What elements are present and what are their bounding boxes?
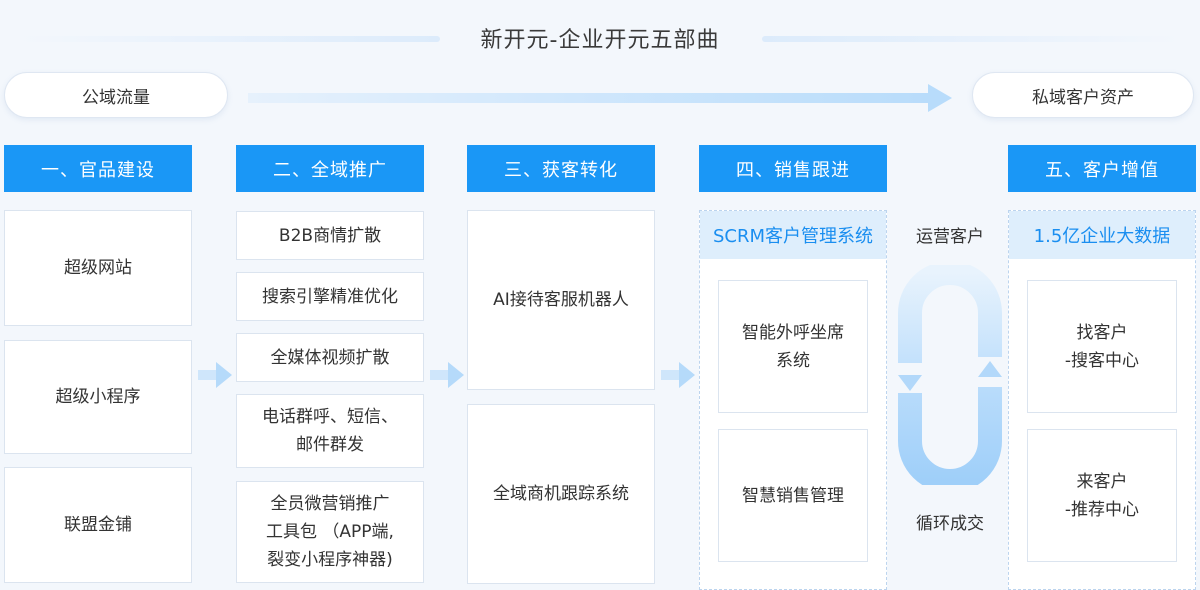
- stage-2-card: 电话群呼、短信、 邮件群发: [236, 394, 424, 468]
- stage-2-card: 全媒体视频扩散: [236, 333, 424, 382]
- stage-4-header: 四、销售跟进: [699, 145, 887, 192]
- stage-2-card: 搜索引擎精准优化: [236, 272, 424, 321]
- stage-1-card: 超级网站: [4, 210, 192, 326]
- stage-5-card: 来客户 -推荐中心: [1027, 429, 1177, 562]
- scrm-panel-title: SCRM客户管理系统: [700, 211, 886, 259]
- cycle-bottom-label: 循环成交: [916, 514, 984, 534]
- page-title: 新开元-企业开元五部曲: [480, 28, 720, 53]
- stage-3-card: AI接待客服机器人: [467, 210, 655, 390]
- chevron-right-icon: [430, 362, 464, 388]
- stage-2-card: 全员微营销推广 工具包 （APP端, 裂变小程序神器): [236, 481, 424, 583]
- flow-arrow-icon: [248, 84, 952, 112]
- stage-3-card: 全域商机跟踪系统: [467, 404, 655, 584]
- cycle-top-label: 运营客户: [916, 227, 984, 247]
- stage-3-header: 三、获客转化: [467, 145, 655, 192]
- stage-1-header: 一、官品建设: [4, 145, 192, 192]
- private-asset-pill: 私域客户资产: [972, 72, 1194, 118]
- public-traffic-pill: 公域流量: [4, 72, 228, 118]
- stage-4-card: 智慧销售管理: [718, 429, 868, 562]
- stage-1-card: 联盟金铺: [4, 467, 192, 583]
- stage-4-card: 智能外呼坐席 系统: [718, 280, 868, 413]
- stage-2-header: 二、全域推广: [236, 145, 424, 192]
- cycle-loop-icon: [896, 265, 1004, 485]
- stage-1-card: 超级小程序: [4, 340, 192, 454]
- stage-2-card: B2B商情扩散: [236, 211, 424, 260]
- big-data-panel-title: 1.5亿企业大数据: [1009, 211, 1195, 259]
- stage-5-card: 找客户 -搜客中心: [1027, 280, 1177, 413]
- stage-5-header: 五、客户增值: [1008, 145, 1196, 192]
- chevron-right-icon: [661, 362, 695, 388]
- chevron-right-icon: [198, 362, 232, 388]
